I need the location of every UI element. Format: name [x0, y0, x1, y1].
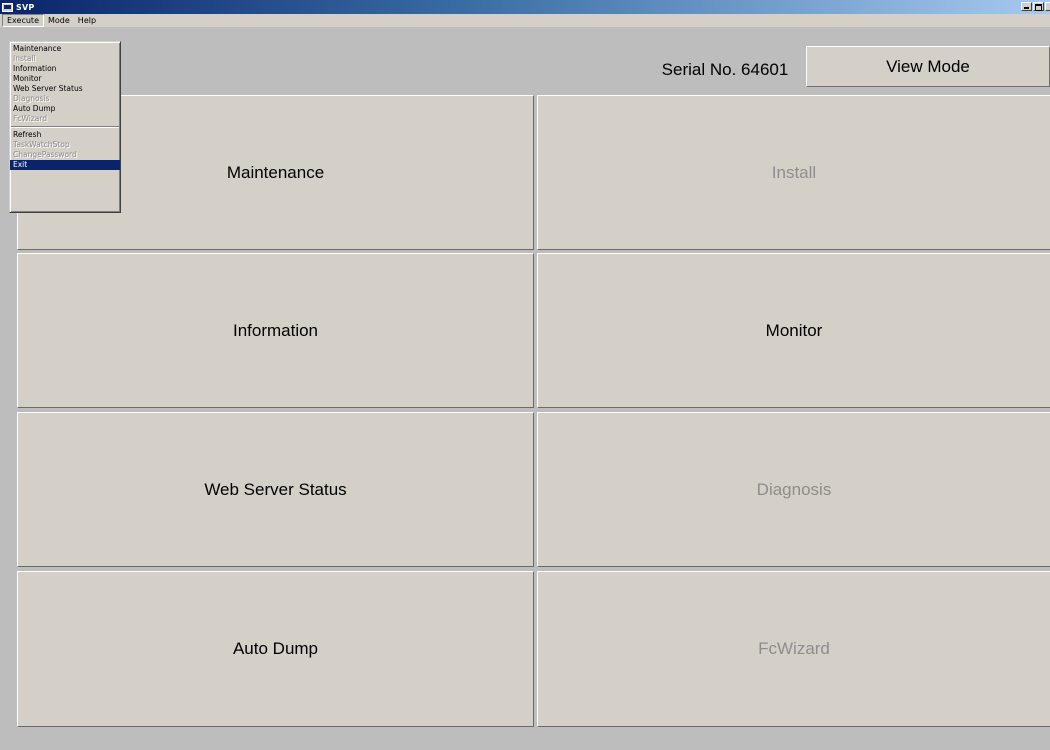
web-server-status-button[interactable]: Web Server Status	[17, 412, 534, 567]
execute-dropdown-menu: Maintenance Install Information Monitor …	[9, 41, 121, 213]
menu-item-information[interactable]: Information	[10, 64, 120, 74]
maximize-button[interactable]	[1033, 2, 1044, 11]
menu-item-refresh[interactable]: Refresh	[10, 130, 120, 140]
menu-item-fcwizard: FcWizard	[13, 114, 48, 123]
menu-bar: Execute Mode Help	[0, 14, 1050, 27]
menu-item-monitor[interactable]: Monitor	[10, 74, 120, 84]
menu-item-exit[interactable]: Exit	[10, 160, 120, 170]
title-bar[interactable]: SVP	[0, 0, 1050, 14]
monitor-button[interactable]: Monitor	[537, 253, 1050, 408]
close-button[interactable]	[1045, 2, 1050, 11]
information-button[interactable]: Information	[17, 253, 534, 408]
menu-item-changepassword: ChangePassword	[13, 150, 77, 159]
install-button: Install	[537, 95, 1050, 250]
diagnosis-button: Diagnosis	[537, 412, 1050, 567]
menu-mode[interactable]: Mode	[44, 14, 74, 27]
serial-number-label: Serial No. 64601	[661, 60, 789, 79]
menu-separator	[11, 126, 119, 128]
menu-item-web-server-status[interactable]: Web Server Status	[10, 84, 120, 94]
menu-execute[interactable]: Execute	[2, 14, 44, 27]
menu-item-diagnosis: Diagnosis	[13, 94, 50, 103]
menu-item-taskwatchstop: TaskWatchStop	[13, 140, 70, 149]
fcwizard-button: FcWizard	[537, 571, 1050, 727]
minimize-button[interactable]	[1021, 2, 1032, 11]
app-icon[interactable]	[2, 2, 13, 12]
menu-help[interactable]: Help	[74, 14, 100, 27]
window-title: SVP	[16, 2, 35, 12]
auto-dump-button[interactable]: Auto Dump	[17, 571, 534, 727]
app-window: SVP Execute Mode Help Serial No. 64601 V…	[0, 0, 1050, 750]
view-mode-button[interactable]: View Mode	[806, 46, 1050, 87]
menu-item-maintenance[interactable]: Maintenance	[10, 44, 120, 54]
menu-item-install: Install	[13, 54, 36, 63]
menu-item-auto-dump[interactable]: Auto Dump	[10, 104, 120, 114]
